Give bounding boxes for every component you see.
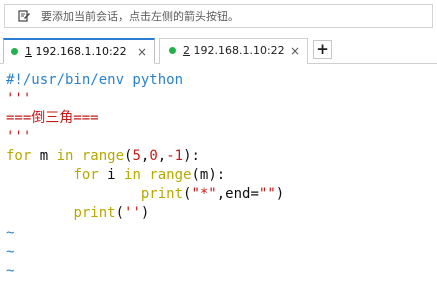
connected-status-icon [11,48,18,55]
code-line-outer-for: for m in range(5,0,-1): [6,148,200,164]
session-tab-label: 2 192.168.1.10:22 [183,44,285,57]
close-tab-icon[interactable]: × [290,39,300,63]
code-line-print-newline: print('') [73,205,150,221]
session-tab-label: 1 192.168.1.10:22 [25,45,127,58]
session-hint-text: 要添加当前会话，点击左侧的箭头按钮。 [41,10,239,23]
code-line-docstring-title: ===倒三角=== [6,110,99,126]
code-line-print-star: print("*",end="") [140,186,285,202]
session-tab-2[interactable]: 2 192.168.1.10:22 × [159,38,308,64]
empty-line-tilde: ~ [6,263,15,279]
add-tab-button[interactable]: + [313,40,332,59]
close-tab-icon[interactable]: × [137,40,147,64]
connected-status-icon [169,47,176,54]
code-line-inner-for: for i in range(m): [73,167,226,183]
pencil-note-icon[interactable] [18,10,30,22]
code-line-docstring-open: ''' [6,91,32,107]
empty-line-tilde: ~ [6,225,15,241]
code-line-docstring-close: ''' [6,129,32,145]
session-tab-bar: 1 192.168.1.10:22 × 2 192.168.1.10:22 × … [0,32,437,64]
code-line-shebang: #!/usr/bin/env python [6,72,184,88]
session-tab-1[interactable]: 1 192.168.1.10:22 × [3,38,155,64]
empty-line-tilde: ~ [6,244,15,260]
terminal-editor[interactable]: #!/usr/bin/env python ''' ===倒三角=== ''' … [0,65,437,286]
session-hint-bar: 要添加当前会话，点击左侧的箭头按钮。 [4,4,433,28]
